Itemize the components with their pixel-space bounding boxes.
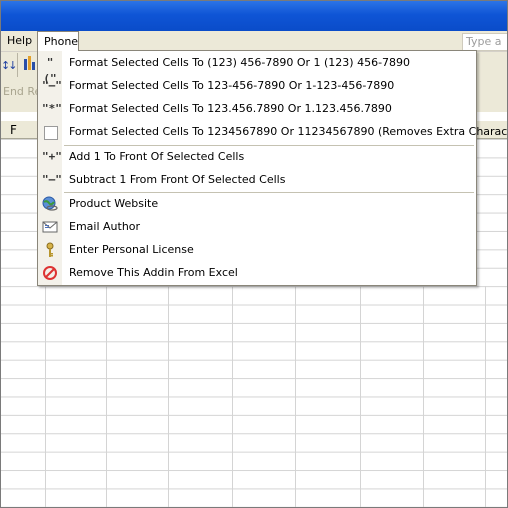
menu-item-label: Format Selected Cells To (123) 456-7890 … (69, 56, 411, 69)
chart-icon[interactable] (23, 55, 37, 71)
menu-phone-label: Phone (44, 35, 79, 48)
menu-item-format-plain[interactable]: Format Selected Cells To 1234567890 Or 1… (38, 121, 507, 143)
no-entry-icon (43, 266, 57, 280)
title-bar (1, 1, 507, 31)
menu-item-label: Enter Personal License (69, 243, 194, 256)
menu-item-email-author[interactable]: Email Author (38, 216, 476, 238)
excel-window: Help Phone Type a ↕↓ End Re F "(" Format… (0, 0, 508, 508)
dash-format-icon: "–" (42, 79, 62, 92)
plain-format-icon (44, 126, 58, 140)
menu-item-enter-license[interactable]: Enter Personal License (38, 239, 476, 261)
subtract-icon: "–" (42, 173, 62, 186)
menu-item-label: Add 1 To Front Of Selected Cells (69, 150, 245, 163)
envelope-icon (42, 221, 58, 233)
key-icon (46, 242, 54, 257)
question-box[interactable]: Type a (462, 33, 507, 51)
globe-icon (42, 196, 58, 211)
menu-item-format-parentheses[interactable]: "(" Format Selected Cells To (123) 456-7… (38, 52, 476, 85)
toolbar-separator (17, 53, 18, 77)
menu-item-label: Format Selected Cells To 1234567890 Or 1… (69, 125, 508, 138)
menu-item-product-website[interactable]: Product Website (38, 193, 476, 215)
menu-item-label: Format Selected Cells To 123.456.7890 Or… (69, 102, 392, 115)
sort-icon[interactable]: ↕↓ (1, 59, 18, 72)
menu-item-label: Subtract 1 From Front Of Selected Cells (69, 173, 286, 186)
menu-item-remove-addin[interactable]: Remove This Addin From Excel (38, 262, 476, 284)
menu-item-label: Format Selected Cells To 123-456-7890 Or… (69, 79, 395, 92)
column-header-f-label: F (10, 123, 17, 137)
menu-item-label: Email Author (69, 220, 141, 233)
menu-help[interactable]: Help (7, 34, 32, 47)
menu-item-subtract-one[interactable]: "–" Subtract 1 From Front Of Selected Ce… (38, 169, 476, 191)
dot-format-icon: "*" (42, 102, 62, 115)
menu-item-format-dots[interactable]: "*" Format Selected Cells To 123.456.789… (38, 98, 476, 120)
menu-item-label: Product Website (69, 197, 159, 210)
phone-dropdown-menu: "(" Format Selected Cells To (123) 456-7… (37, 50, 507, 286)
menu-item-add-one[interactable]: "+" Add 1 To Front Of Selected Cells (38, 146, 476, 168)
toolbar-partial-label: End Re (3, 85, 42, 98)
worksheet-column-lines (1, 286, 507, 507)
add-icon: "+" (42, 150, 62, 163)
paren-format-icon: "(" (43, 56, 57, 85)
menu-phone[interactable]: Phone (37, 31, 79, 51)
menu-item-format-dashes[interactable]: "–" Format Selected Cells To 123-456-789… (38, 75, 476, 97)
menu-item-label: Remove This Addin From Excel (69, 266, 238, 279)
question-box-placeholder: Type a (466, 35, 502, 48)
